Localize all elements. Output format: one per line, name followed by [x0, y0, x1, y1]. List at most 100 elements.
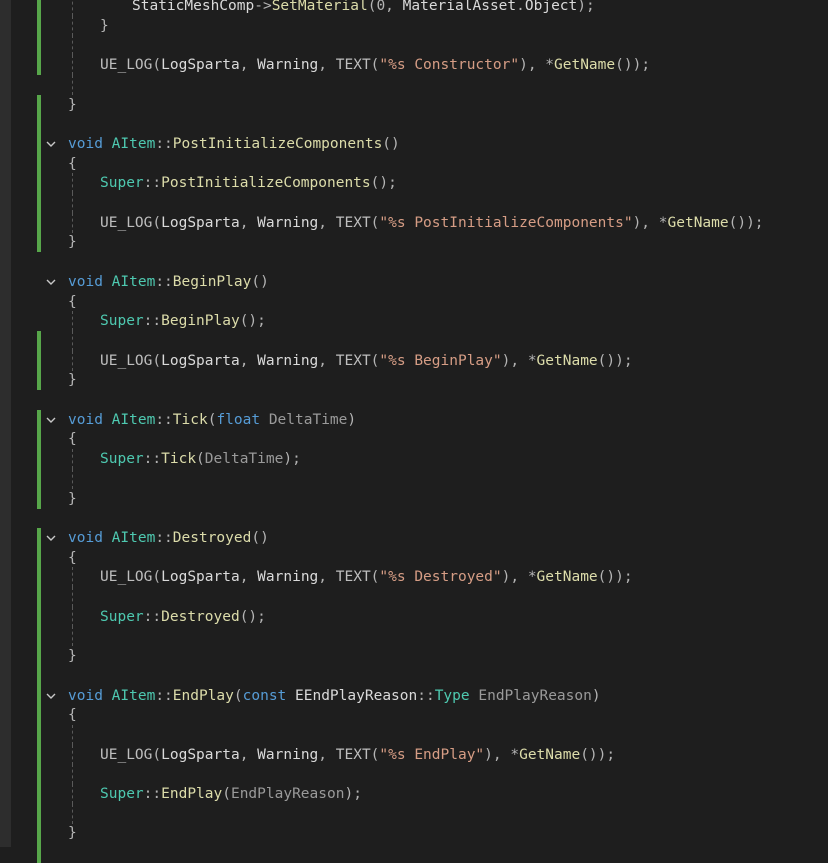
indent-guide [72, 330, 73, 351]
code-line[interactable] [0, 803, 828, 824]
code-line[interactable]: UE_LOG(LogSparta, Warning, TEXT("%s EndP… [0, 744, 828, 765]
indent-guide [72, 587, 73, 607]
code-line[interactable]: } [0, 232, 828, 253]
code-line[interactable]: } [0, 15, 828, 36]
code-line[interactable]: } [0, 646, 828, 667]
code-token-plain: StaticMeshComp [132, 0, 255, 14]
code-line[interactable] [0, 626, 828, 647]
code-line[interactable]: { [0, 705, 828, 726]
code-token-macro: UE_LOG [100, 746, 153, 763]
code-token-punct: ); [344, 786, 362, 802]
code-token-punct: ), * [501, 569, 537, 586]
code-token-plain: Warning [257, 569, 319, 586]
indent-guide [72, 0, 73, 16]
code-line[interactable]: { [0, 292, 828, 312]
code-line[interactable] [0, 390, 828, 410]
code-line[interactable] [0, 843, 828, 863]
code-token-keyword: const [242, 687, 296, 704]
indent-guide [72, 212, 73, 233]
code-token-param: DeltaTime [268, 411, 348, 428]
collapse-chevron-icon[interactable] [44, 133, 58, 153]
code-token-punct: ( [152, 569, 162, 586]
code-token-func: Destroyed [161, 608, 240, 625]
code-token-punct: ()); [580, 746, 616, 763]
code-token-macro: UE_LOG [100, 569, 153, 586]
collapse-chevron-icon[interactable] [44, 685, 58, 705]
code-line[interactable]: void AItem::PostInitializeComponents() [0, 133, 828, 154]
code-line[interactable] [0, 764, 828, 785]
code-token-punct: ( [152, 57, 162, 74]
code-line[interactable] [0, 468, 828, 489]
code-line[interactable] [0, 587, 828, 607]
code-token-punct: , [318, 57, 336, 74]
code-line[interactable]: Super::EndPlay(EndPlayReason); [0, 784, 828, 804]
code-line[interactable] [0, 114, 828, 135]
code-line[interactable]: StaticMeshComp->SetMaterial(0, MaterialA… [0, 0, 828, 16]
code-token-punct: } [68, 96, 77, 113]
code-token-macro: TEXT [335, 57, 371, 74]
code-token-keyword: float [216, 411, 269, 428]
code-line[interactable]: void AItem::Destroyed() [0, 527, 828, 548]
code-text: void AItem::PostInitializeComponents() [68, 134, 400, 154]
code-line[interactable]: Super::Tick(DeltaTime); [0, 449, 828, 470]
code-token-plain: LogSparta [161, 352, 240, 369]
code-token-macro: UE_LOG [100, 57, 153, 74]
code-line[interactable]: { [0, 153, 828, 174]
code-line[interactable] [0, 508, 828, 528]
code-token-punct: } [68, 648, 77, 665]
code-token-type: Super [100, 786, 144, 802]
change-indicator-bar [37, 15, 41, 36]
code-line[interactable] [0, 252, 828, 272]
code-line[interactable]: UE_LOG(LogSparta, Warning, TEXT("%s Dest… [0, 567, 828, 588]
code-token-punct: , [318, 214, 336, 231]
collapse-chevron-icon[interactable] [44, 271, 58, 291]
code-token-punct: } [68, 490, 77, 507]
collapse-chevron-icon[interactable] [44, 409, 58, 429]
code-token-punct: ( [152, 214, 162, 231]
code-line[interactable]: void AItem::EndPlay(const EEndPlayReason… [0, 685, 828, 706]
code-line[interactable]: void AItem::BeginPlay() [0, 272, 828, 292]
collapse-chevron-icon[interactable] [44, 527, 58, 547]
code-line[interactable]: UE_LOG(LogSparta, Warning, TEXT("%s Begi… [0, 350, 828, 371]
code-token-punct: (); [370, 175, 397, 192]
code-line[interactable]: void AItem::Tick(float DeltaTime) [0, 409, 828, 430]
code-token-punct: ), * [501, 352, 537, 369]
change-indicator-bar [37, 173, 41, 194]
code-token-punct: ()); [597, 569, 633, 586]
code-line[interactable] [0, 665, 828, 686]
code-line[interactable]: Super::Destroyed(); [0, 606, 828, 627]
code-token-macro: TEXT [335, 214, 371, 231]
code-token-punct: { [68, 549, 77, 566]
code-line[interactable]: Super::PostInitializeComponents(); [0, 173, 828, 194]
code-text: void AItem::Destroyed() [68, 528, 269, 548]
code-text: Super::BeginPlay(); [100, 311, 266, 331]
code-token-punct: ( [152, 746, 162, 763]
code-token-punct: ( [196, 451, 205, 468]
code-editor[interactable]: StaticMeshComp->SetMaterial(0, MaterialA… [0, 0, 828, 863]
code-token-punct: :: [155, 687, 173, 704]
change-indicator-bar [37, 764, 41, 785]
code-token-type: AItem [111, 687, 156, 704]
code-line[interactable]: } [0, 370, 828, 391]
code-line[interactable]: UE_LOG(LogSparta, Warning, TEXT("%s Post… [0, 212, 828, 233]
code-line[interactable] [0, 193, 828, 213]
code-line[interactable] [0, 35, 828, 56]
code-line[interactable]: } [0, 488, 828, 509]
code-token-func: GetName [536, 569, 598, 586]
code-token-punct: ); [577, 0, 595, 14]
code-token-func: BeginPlay [161, 313, 240, 330]
code-line[interactable]: } [0, 823, 828, 844]
code-line[interactable]: { [0, 429, 828, 450]
code-line[interactable]: UE_LOG(LogSparta, Warning, TEXT("%s Cons… [0, 55, 828, 76]
code-token-plain: LogSparta [161, 746, 240, 763]
code-text: { [68, 429, 77, 449]
code-line[interactable]: Super::BeginPlay(); [0, 311, 828, 332]
code-token-punct: , [239, 746, 258, 763]
code-line[interactable] [0, 724, 828, 745]
code-token-punct: , [318, 352, 336, 369]
code-line[interactable]: } [0, 94, 828, 115]
code-line[interactable] [0, 74, 828, 95]
code-line[interactable] [0, 330, 828, 351]
code-line[interactable]: { [0, 547, 828, 568]
code-text: Super::PostInitializeComponents(); [100, 173, 397, 193]
